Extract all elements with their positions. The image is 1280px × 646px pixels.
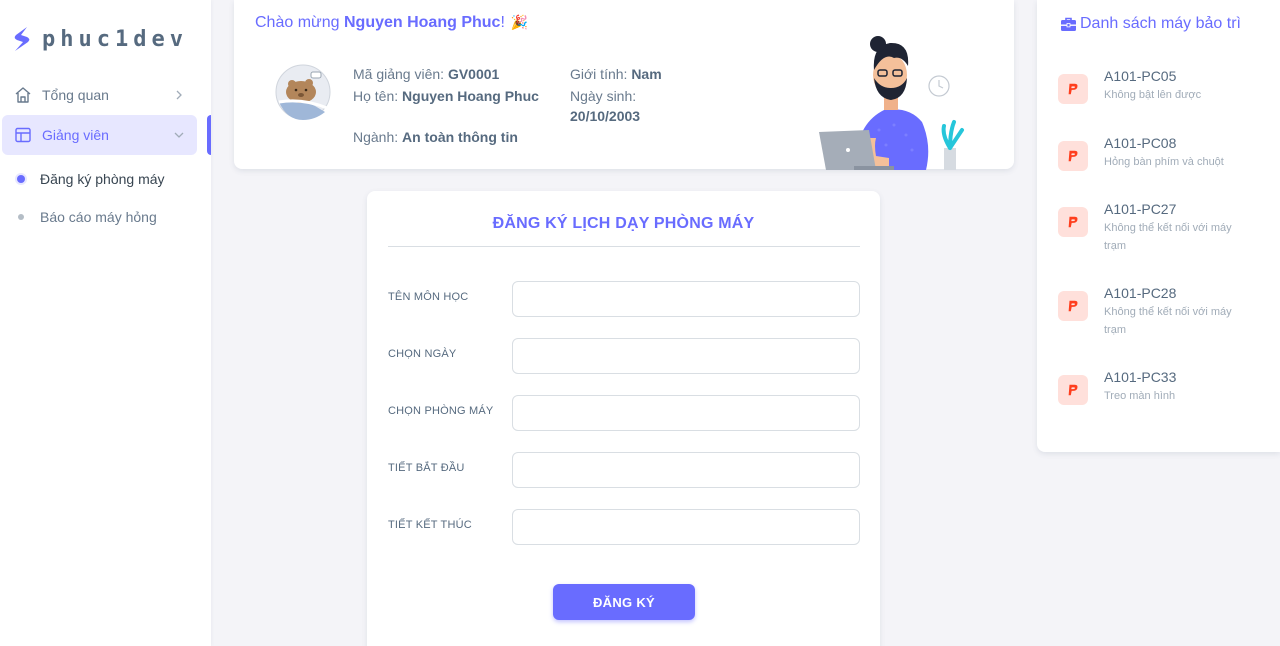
- form-title: ĐĂNG KÝ LỊCH DẠY PHÒNG MÁY: [492, 215, 755, 232]
- brand-name: phuc1dev: [42, 26, 188, 52]
- register-button[interactable]: ĐĂNG KÝ: [553, 584, 695, 620]
- dob-text: 20/10/2003: [570, 108, 641, 124]
- dob-value: 20/10/2003: [570, 108, 640, 124]
- machine-issue: Không bật lên được: [1104, 89, 1202, 101]
- welcome-name: Nguyen Hoang Phuc: [343, 14, 501, 31]
- brand-logo-icon: [14, 27, 30, 51]
- bullet-icon: [18, 214, 24, 220]
- machine-name: A101-PC08: [1104, 135, 1177, 151]
- gender-label: Giới tính:: [570, 66, 632, 82]
- field-label-start-period: TIẾT BẮT ĐẦU: [388, 462, 465, 474]
- maintenance-panel: Danh sách máy bảo trì A101-PC05 Không bậ…: [1037, 0, 1280, 452]
- menu-item-overview[interactable]: Tổng quan: [2, 75, 197, 115]
- welcome-card: Chào mừng Nguyen Hoang Phuc! 🎉 Mã giảng v…: [234, 0, 1014, 170]
- greeting-suffix: !: [500, 14, 505, 31]
- register-form-card: ĐĂNG KÝ LỊCH DẠY PHÒNG MÁY TÊN MÔN HỌC C…: [367, 191, 880, 646]
- gender: Giới tính: Nam: [570, 66, 662, 82]
- start-period-input[interactable]: [512, 452, 860, 488]
- machine-issue: Không thể kết nối với máy trạm: [1104, 222, 1232, 252]
- gender-value: Nam: [631, 66, 662, 82]
- chevron-right-icon: [176, 90, 182, 100]
- form-row-start-period: TIẾT BẮT ĐẦU: [388, 452, 860, 488]
- dob-label: Ngày sinh:: [570, 88, 637, 104]
- machine-name: A101-PC33: [1104, 369, 1177, 385]
- active-indicator: [207, 115, 211, 155]
- form-row-end-period: TIẾT KẾT THÚC: [388, 509, 860, 545]
- form-row-date: CHỌN NGÀY: [388, 338, 860, 374]
- form-row-room: CHỌN PHÒNG MÁY: [388, 395, 860, 431]
- major: Ngành: An toàn thông tin: [353, 129, 518, 145]
- brand[interactable]: phuc1dev: [12, 26, 188, 52]
- teacher-id-label: Mã giảng viên:: [353, 66, 448, 82]
- form-divider: [388, 246, 860, 247]
- field-label-room: CHỌN PHÒNG MÁY: [388, 405, 494, 417]
- paypal-icon: [1058, 207, 1088, 237]
- major-value: An toàn thông tin: [402, 129, 518, 145]
- field-label-end-period: TIẾT KẾT THÚC: [388, 519, 472, 531]
- form-row-subject: TÊN MÔN HỌC: [388, 281, 860, 317]
- machine-issue: Treo màn hình: [1104, 390, 1176, 402]
- fullname-value: Nguyen Hoang Phuc: [402, 88, 539, 104]
- paypal-icon: [1058, 375, 1088, 405]
- maintenance-title-text: Danh sách máy bảo trì: [1080, 15, 1241, 32]
- field-label-subject: TÊN MÔN HỌC: [388, 291, 469, 303]
- toolbox-icon: [1061, 17, 1076, 31]
- fullname-label: Họ tên:: [353, 88, 403, 104]
- paypal-icon: [1058, 141, 1088, 171]
- date-input[interactable]: [512, 338, 860, 374]
- machine-name: A101-PC05: [1104, 68, 1177, 84]
- menu-item-label: Giảng viên: [42, 127, 109, 143]
- submenu-item-label: Đăng ký phòng máy: [40, 171, 165, 187]
- bullet-icon: [17, 175, 25, 183]
- sidebar: phuc1dev Tổng quan Giảng viên Đăng ký ph…: [0, 0, 211, 646]
- menu-item-label: Tổng quan: [42, 87, 109, 103]
- welcome-title: Chào mừng Nguyen Hoang Phuc! 🎉: [255, 14, 528, 32]
- submenu-item-label: Báo cáo máy hỏng: [40, 209, 157, 225]
- end-period-input[interactable]: [512, 509, 860, 545]
- menu-item-lecturer[interactable]: Giảng viên: [2, 115, 197, 155]
- avatar[interactable]: [275, 62, 331, 122]
- room-input[interactable]: [512, 395, 860, 431]
- teacher-id: Mã giảng viên: GV0001: [353, 66, 499, 82]
- layout-icon: [14, 126, 32, 144]
- teacher-id-value: GV0001: [447, 66, 500, 82]
- paypal-icon: [1058, 291, 1088, 321]
- machine-name: A101-PC28: [1104, 285, 1177, 301]
- greeting-text: Chào mừng: [255, 14, 344, 31]
- field-label-date: CHỌN NGÀY: [388, 348, 457, 360]
- paypal-icon: [1058, 74, 1088, 104]
- machine-issue: Hỏng bàn phím và chuột: [1104, 156, 1224, 168]
- maintenance-title: Danh sách máy bảo trì: [1060, 15, 1241, 33]
- subject-input[interactable]: [512, 281, 860, 317]
- home-icon: [14, 86, 32, 104]
- chevron-down-icon: [174, 132, 184, 138]
- submenu-item-register-lab[interactable]: Đăng ký phòng máy: [17, 171, 165, 187]
- machine-issue: Không thể kết nối với máy trạm: [1104, 306, 1232, 336]
- hero-illustration: [819, 36, 964, 170]
- machine-name: A101-PC27: [1104, 201, 1177, 217]
- major-label: Ngành:: [353, 129, 403, 145]
- fullname: Họ tên: Nguyen Hoang Phuc: [353, 88, 539, 104]
- submenu-item-report-broken[interactable]: Báo cáo máy hỏng: [18, 209, 157, 225]
- party-icon: 🎉: [510, 14, 529, 30]
